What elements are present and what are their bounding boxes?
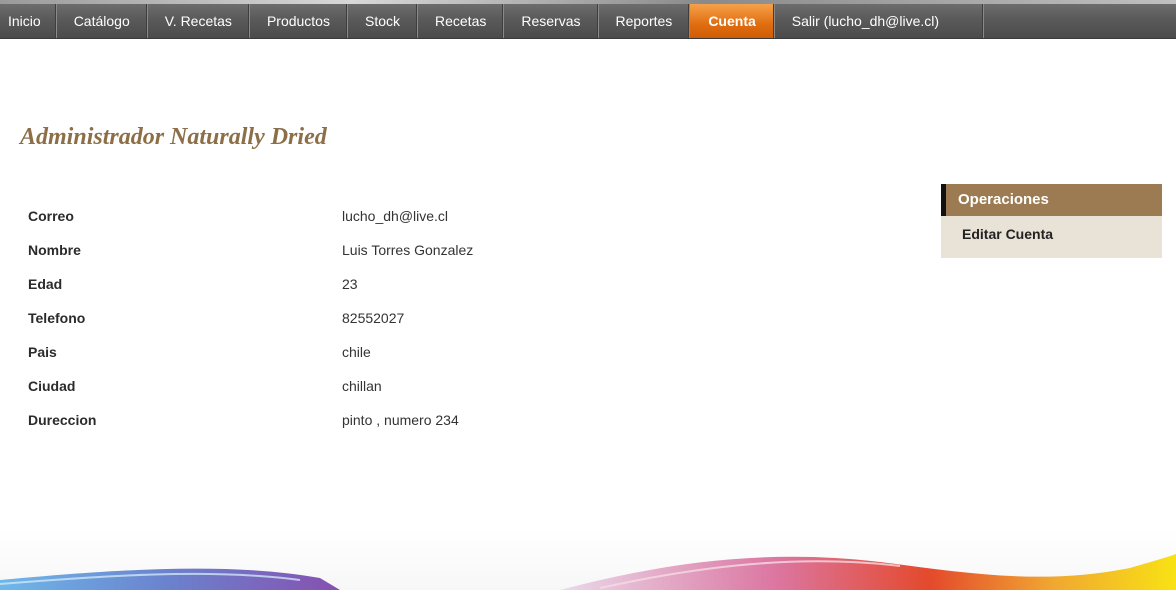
edit-account-link[interactable]: Editar Cuenta — [941, 216, 1162, 258]
nav-item-inicio[interactable]: Inicio — [0, 4, 57, 38]
operations-header: Operaciones — [941, 184, 1162, 216]
nav-item-productos[interactable]: Productos — [250, 4, 348, 38]
detail-value: 82552027 — [342, 310, 405, 326]
decorative-footer-waves — [0, 528, 1176, 590]
detail-value: chillan — [342, 378, 382, 394]
nav-item-reportes[interactable]: Reportes — [599, 4, 691, 38]
detail-label: Ciudad — [28, 378, 76, 394]
detail-value: chile — [342, 344, 371, 360]
wave-right — [560, 554, 1176, 590]
nav-item-recetas[interactable]: Recetas — [418, 4, 505, 38]
nav-item-salir[interactable]: Salir (lucho_dh@live.cl) — [775, 4, 985, 38]
detail-value: pinto , numero 234 — [342, 412, 459, 428]
operations-panel: Operaciones Editar Cuenta — [941, 184, 1162, 258]
nav-item-stock[interactable]: Stock — [348, 4, 418, 38]
detail-label: Nombre — [28, 242, 81, 258]
detail-label: Edad — [28, 276, 63, 292]
nav-item-catalogo[interactable]: Catálogo — [57, 4, 148, 38]
footer-wave-graphic — [0, 554, 1176, 590]
nav-item-reservas[interactable]: Reservas — [504, 4, 599, 38]
detail-label: Telefono — [28, 310, 86, 326]
page-title: Administrador Naturally Dried — [20, 124, 327, 150]
top-navigation-bar: Inicio Catálogo V. Recetas Productos Sto… — [0, 0, 1176, 39]
detail-label: Dureccion — [28, 412, 97, 428]
nav-menu: Inicio Catálogo V. Recetas Productos Sto… — [0, 4, 985, 38]
nav-item-v-recetas[interactable]: V. Recetas — [148, 4, 250, 38]
detail-label: Correo — [28, 208, 74, 224]
detail-value: Luis Torres Gonzalez — [342, 242, 474, 258]
detail-value: 23 — [342, 276, 358, 292]
detail-label: Pais — [28, 344, 57, 360]
nav-item-cuenta[interactable]: Cuenta — [690, 4, 775, 38]
detail-value: lucho_dh@live.cl — [342, 208, 449, 224]
